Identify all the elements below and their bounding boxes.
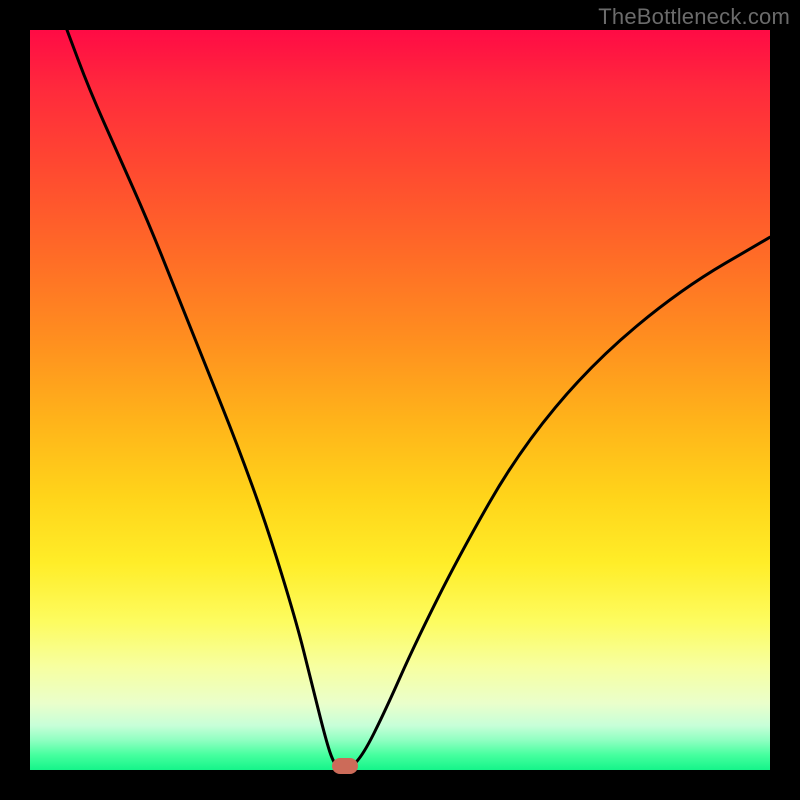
curve-svg	[30, 30, 770, 770]
plot-area	[30, 30, 770, 770]
watermark-text: TheBottleneck.com	[598, 4, 790, 30]
bottleneck-curve	[67, 30, 770, 770]
chart-frame: TheBottleneck.com	[0, 0, 800, 800]
minimum-marker	[332, 758, 358, 774]
